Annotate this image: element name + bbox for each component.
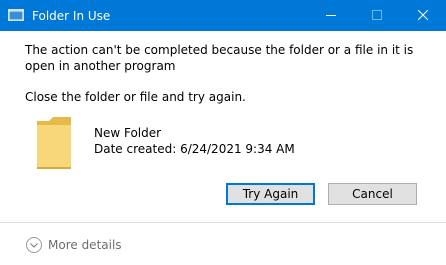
try-again-button[interactable]: Try Again bbox=[226, 183, 315, 205]
close-button[interactable] bbox=[400, 0, 446, 31]
maximize-button bbox=[354, 0, 400, 31]
error-message: The action can't be completed because th… bbox=[25, 43, 414, 73]
chevron-down-icon bbox=[26, 237, 42, 253]
minimize-button[interactable] bbox=[308, 0, 354, 31]
dialog-window: Folder In Use The action can't be comple… bbox=[0, 0, 446, 265]
more-details-label: More details bbox=[48, 238, 122, 252]
more-details-toggle[interactable]: More details bbox=[26, 235, 122, 255]
folder-name: New Folder bbox=[94, 126, 162, 140]
window-title: Folder In Use bbox=[32, 9, 111, 23]
window-app-icon bbox=[8, 9, 24, 21]
minimize-icon bbox=[326, 15, 336, 16]
cancel-button[interactable]: Cancel bbox=[328, 183, 417, 205]
maximize-icon bbox=[372, 10, 382, 20]
instruction-message: Close the folder or file and try again. bbox=[25, 90, 246, 104]
footer-divider bbox=[0, 222, 446, 223]
title-bar[interactable]: Folder In Use bbox=[0, 0, 446, 31]
folder-date-created: Date created: 6/24/2021 9:34 AM bbox=[94, 142, 295, 156]
folder-icon bbox=[35, 115, 73, 171]
close-icon bbox=[418, 10, 428, 20]
